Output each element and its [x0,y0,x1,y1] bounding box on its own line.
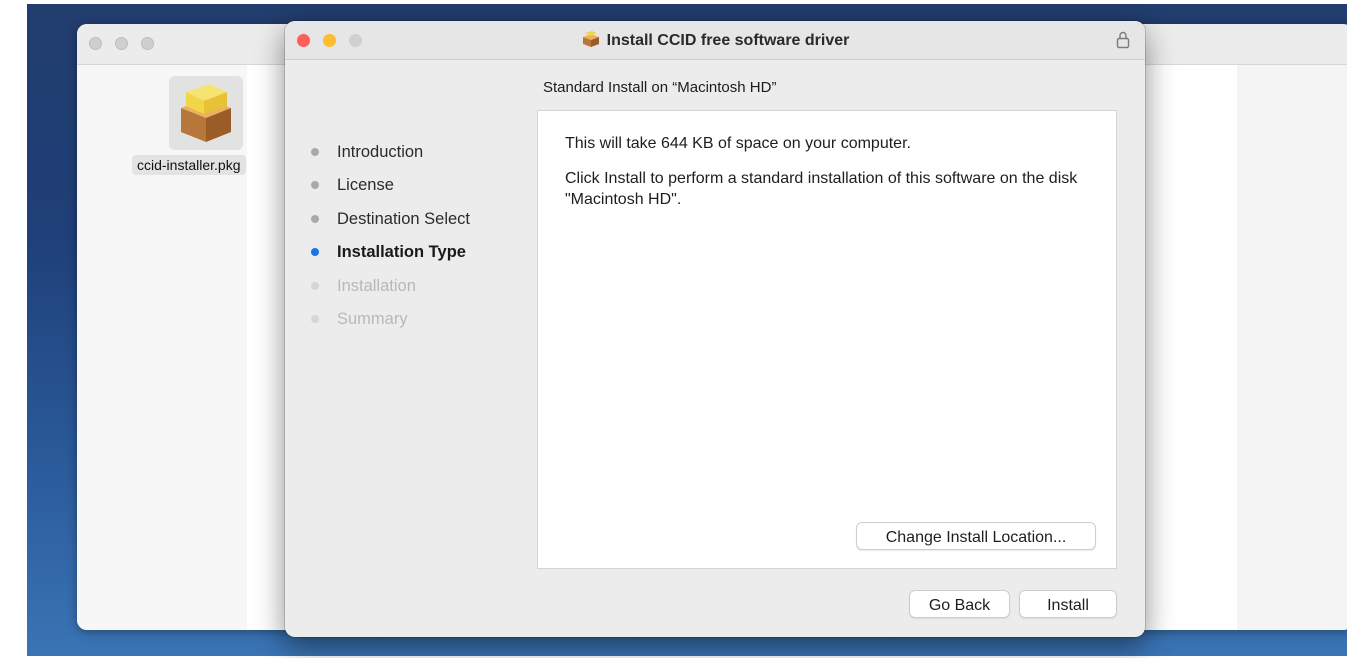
install-info-text: This will take 644 KB of space on your c… [565,133,1095,224]
zoom-icon[interactable] [141,37,154,50]
step-bullet-icon [311,281,319,290]
package-icon [181,84,231,142]
steps-list: Introduction License Destination Select … [311,139,470,339]
step-bullet-icon [311,181,319,190]
install-instructions-text: Click Install to perform a standard inst… [565,170,1078,208]
step-label: Destination Select [337,209,470,228]
step-label: License [337,176,394,195]
space-required-text: This will take 644 KB of space on your c… [565,135,911,152]
package-icon [581,30,601,53]
step-destination-select: Destination Select [311,206,470,239]
step-introduction: Introduction [311,139,470,172]
step-label: Installation [337,276,416,295]
step-bullet-icon [311,314,319,323]
package-file-label[interactable]: ccid-installer.pkg [132,155,246,175]
step-installation: Installation [311,273,470,306]
package-file[interactable] [169,76,243,150]
install-info-panel: This will take 644 KB of space on your c… [537,110,1117,569]
step-label: Summary [337,309,408,328]
go-back-button[interactable]: Go Back [909,590,1010,618]
minimize-icon[interactable] [115,37,128,50]
lock-icon[interactable] [1115,30,1131,55]
install-subtitle: Standard Install on “Macintosh HD” [543,79,777,96]
step-bullet-icon [311,148,319,156]
window-title: Install CCID free software driver [606,32,850,49]
step-installation-type: Installation Type [311,239,470,272]
installer-titlebar: Install CCID free software driver [285,21,1145,60]
step-summary: Summary [311,306,470,339]
install-button[interactable]: Install [1019,590,1117,618]
step-label: Introduction [337,143,424,161]
step-label: Installation Type [337,243,466,262]
step-license: License [311,172,470,205]
installer-window: Install CCID free software driver Standa… [285,21,1145,637]
window-title-container: Install CCID free software driver [285,30,1145,53]
change-install-location-button[interactable]: Change Install Location... [856,522,1096,550]
step-bullet-icon [311,248,319,257]
finder-preview-pane [1237,65,1347,630]
close-icon[interactable] [89,37,102,50]
step-bullet-icon [311,214,319,223]
